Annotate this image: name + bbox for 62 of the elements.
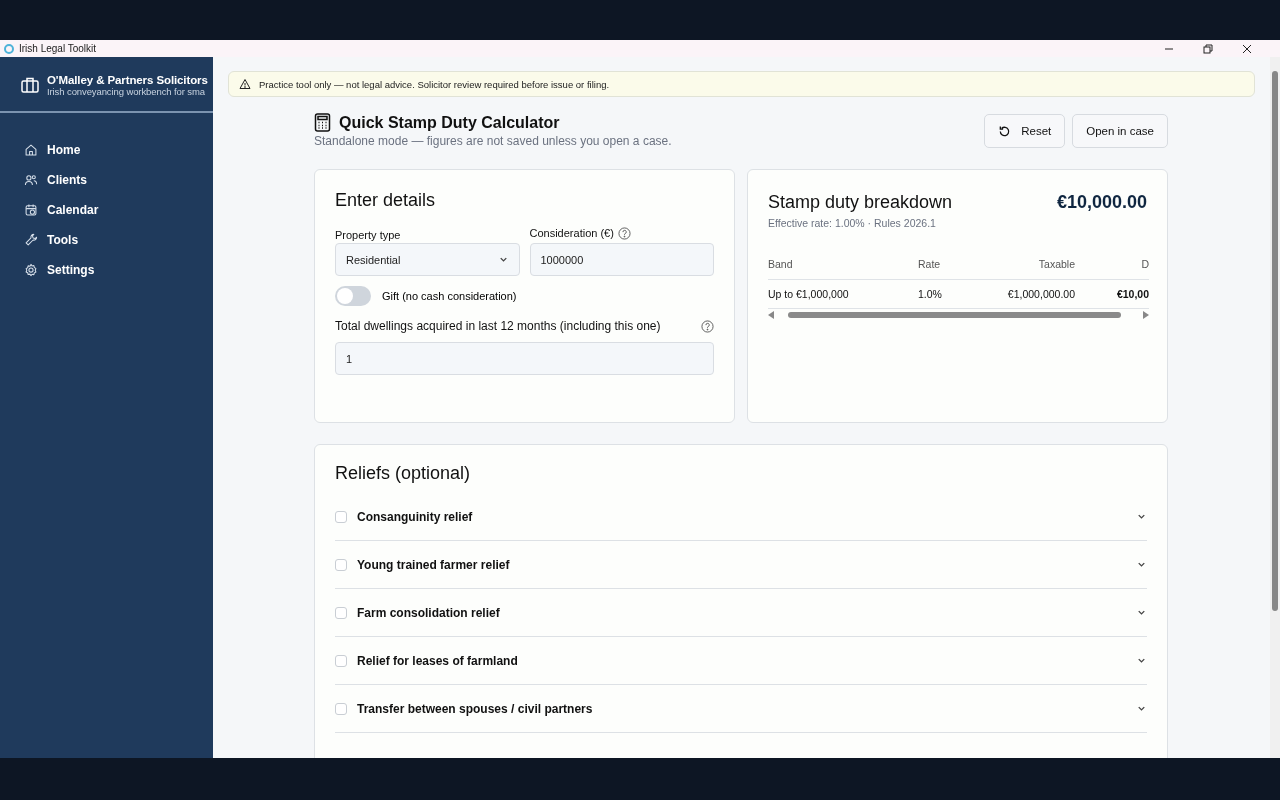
table-cell-text: €1,000,000.00 xyxy=(1006,287,1075,302)
dwellings-field[interactable]: 1 xyxy=(335,342,714,375)
window-title: Irish Legal Toolkit xyxy=(19,43,98,54)
scroll-left-icon[interactable] xyxy=(768,311,774,319)
column-header: Rate xyxy=(918,257,942,272)
relief-checkbox[interactable] xyxy=(335,702,347,715)
relief-label[interactable]: Young trained farmer relief xyxy=(357,557,1126,572)
relief-label[interactable]: Farm consolidation relief xyxy=(357,605,1126,620)
restore-icon[interactable] xyxy=(1202,42,1214,55)
column-header: D xyxy=(1140,257,1149,272)
vertical-scrollbar[interactable] xyxy=(1270,57,1280,758)
warning-icon xyxy=(239,78,251,90)
column-header: Taxable xyxy=(1037,257,1075,272)
settings-icon xyxy=(24,263,38,277)
field-label: Consideration (€) xyxy=(529,227,614,239)
consideration-field[interactable]: 1000000 xyxy=(529,243,714,276)
wrench-icon xyxy=(24,233,38,247)
nav-item[interactable]: Settings xyxy=(0,255,213,285)
gift-toggle[interactable] xyxy=(335,286,371,306)
relief-label[interactable]: Transfer between spouses / civil partners xyxy=(357,701,1126,716)
nav-item[interactable]: Home xyxy=(0,135,213,165)
relief-checkbox[interactable] xyxy=(335,510,347,523)
briefcase-icon xyxy=(20,75,40,95)
close-icon[interactable] xyxy=(1241,42,1253,55)
help-icon[interactable] xyxy=(701,319,714,333)
page-title: Quick Stamp Duty Calculator xyxy=(339,113,560,132)
toggle-label: Gift (no cash consideration) xyxy=(382,290,517,302)
rate-info: Effective rate: 1.00% · Rules 2026.1 xyxy=(768,217,937,229)
table-cell-text: Up to €1,000,000 xyxy=(768,287,850,302)
field-label: Total dwellings acquired in last 12 months (including this one) xyxy=(335,318,661,335)
reset-button[interactable]: Reset xyxy=(984,114,1066,148)
relief-checkbox[interactable] xyxy=(335,606,347,619)
relief-checkbox[interactable] xyxy=(335,654,347,667)
calculator-icon xyxy=(314,113,331,132)
property-type-select[interactable]: Residential xyxy=(335,243,520,276)
reset-icon xyxy=(998,124,1012,138)
table-cell-text: 1.0% xyxy=(918,287,943,302)
nav-item[interactable]: Tools xyxy=(0,225,213,255)
home-icon xyxy=(24,143,38,157)
relief-label[interactable]: Relief for leases of farmland xyxy=(357,653,1126,668)
relief-label[interactable]: Consanguinity relief xyxy=(357,509,1126,524)
nav-item[interactable]: Clients xyxy=(0,165,213,195)
table-cell-text: €10,00 xyxy=(1115,287,1149,302)
app-icon xyxy=(4,43,14,54)
open-in-case-button[interactable]: Open in case xyxy=(1072,114,1168,148)
total-amount: €10,000.00 xyxy=(1056,192,1147,213)
people-icon xyxy=(24,173,38,187)
disclaimer-text: Practice tool only — not legal advice. Solicitor review required before issue or filing. xyxy=(259,78,610,90)
horizontal-scrollbar[interactable] xyxy=(787,312,1122,318)
firm-name: O'Malley & Partners Solicitors xyxy=(47,73,208,86)
card-title: Enter details xyxy=(335,190,437,211)
calendar-icon xyxy=(24,203,38,217)
help-icon[interactable] xyxy=(617,226,631,240)
firm-tagline: Irish conveyancing workbench for sma xyxy=(47,85,206,97)
scroll-right-icon[interactable] xyxy=(1143,311,1149,319)
card-title: Stamp duty breakdown xyxy=(768,192,953,213)
page-subtitle: Standalone mode — figures are not saved unless you open a case. xyxy=(314,134,672,148)
relief-checkbox[interactable] xyxy=(335,558,347,571)
nav-item[interactable]: Calendar xyxy=(0,195,213,225)
field-label: Property type xyxy=(335,229,401,241)
card-title: Reliefs (optional) xyxy=(335,463,472,484)
column-header: Band xyxy=(768,257,794,272)
